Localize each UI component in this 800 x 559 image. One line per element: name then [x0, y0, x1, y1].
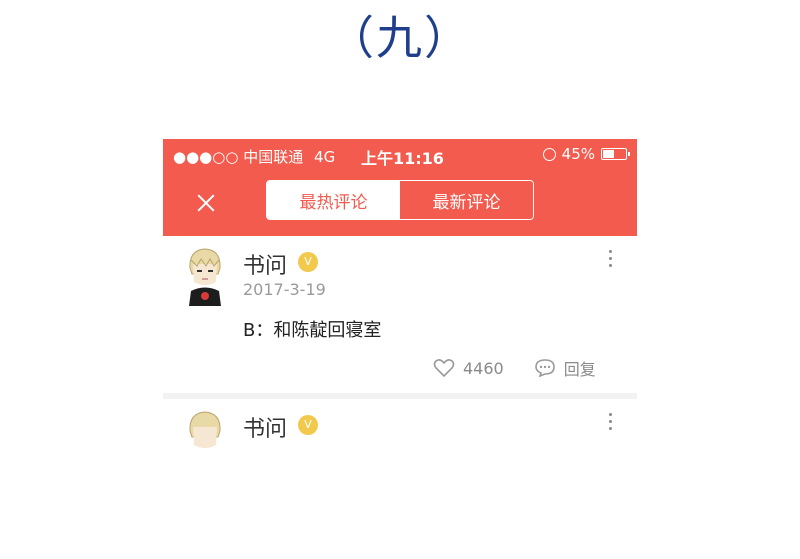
comment-actions: 4460 回复 [433, 356, 596, 380]
battery-fill [603, 150, 614, 158]
avatar[interactable] [181, 407, 229, 469]
status-left: ●●●○○ 中国联通 4G [173, 146, 335, 167]
close-icon[interactable] [193, 190, 219, 216]
like-button[interactable]: 4460 [433, 358, 504, 378]
tab-hot-comments[interactable]: 最热评论 [267, 181, 400, 219]
like-count: 4460 [463, 358, 504, 378]
comments-navbar: 最热评论 最新评论 [163, 172, 637, 236]
signal-strength: ●●●○○ [173, 148, 239, 166]
comment-item: 书问 V [163, 399, 637, 559]
battery-icon [601, 148, 630, 160]
comment-tabs: 最热评论 最新评论 [266, 180, 534, 220]
status-right: 45% [542, 145, 630, 163]
status-bar: ●●●○○ 中国联通 4G 上午11:16 45% [163, 139, 637, 172]
comment-text: B：和陈靛回寝室 [243, 320, 382, 341]
page-heading: （九） [328, 11, 472, 65]
reply-label: 回复 [563, 360, 596, 379]
alarm-icon [542, 147, 556, 161]
comment-item: 书问 V 2017-3-19 B：和陈靛回寝室 4460 回复 [163, 236, 637, 399]
avatar[interactable] [181, 244, 229, 306]
comment-bubble-icon [534, 359, 555, 378]
network-type: 4G [314, 148, 336, 166]
heart-icon [433, 359, 455, 378]
comment-date: 2017-3-19 [243, 280, 326, 299]
reply-button[interactable]: 回复 [534, 356, 596, 380]
vip-badge-icon: V [298, 252, 318, 272]
tab-latest-comments[interactable]: 最新评论 [400, 181, 533, 219]
status-time: 上午11:16 [361, 149, 444, 168]
more-icon[interactable] [607, 413, 613, 433]
comment-username[interactable]: 书问 [243, 248, 287, 280]
phone-screen: ●●●○○ 中国联通 4G 上午11:16 45% 最热评论 最新评论 书问 V… [163, 139, 637, 559]
carrier-name: 中国联通 [243, 148, 304, 166]
battery-percent: 45% [561, 145, 595, 163]
vip-badge-icon: V [298, 415, 318, 435]
more-icon[interactable] [607, 250, 613, 270]
comment-username[interactable]: 书问 [243, 411, 287, 443]
